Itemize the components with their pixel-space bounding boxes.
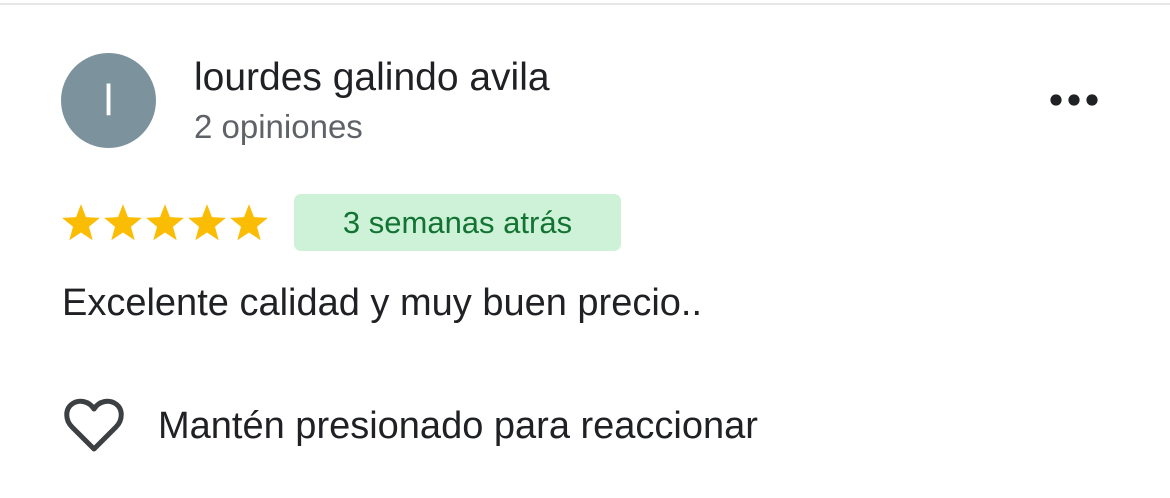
author-name[interactable]: lourdes galindo avila (194, 56, 550, 100)
star-filled-icon (188, 204, 226, 241)
avatar[interactable]: l (61, 53, 156, 148)
heart-outline-icon (64, 398, 124, 452)
react-button[interactable]: Mantén presionado para reaccionar (62, 394, 758, 458)
more-options-button[interactable] (1042, 80, 1106, 120)
star-rating (60, 200, 270, 246)
star-filled-icon (104, 204, 142, 241)
star-filled-icon (230, 204, 268, 241)
more-horizontal-icon (1050, 94, 1098, 106)
star-filled-icon (146, 204, 184, 241)
top-divider (0, 3, 1170, 5)
date-badge: 3 semanas atrás (294, 194, 621, 251)
review-text: Excelente calidad y muy buen precio.. (62, 282, 703, 324)
react-label: Mantén presionado para reaccionar (158, 404, 758, 447)
author-review-count: 2 opiniones (194, 108, 363, 145)
avatar-initial: l (103, 75, 114, 125)
star-filled-icon (62, 204, 100, 241)
